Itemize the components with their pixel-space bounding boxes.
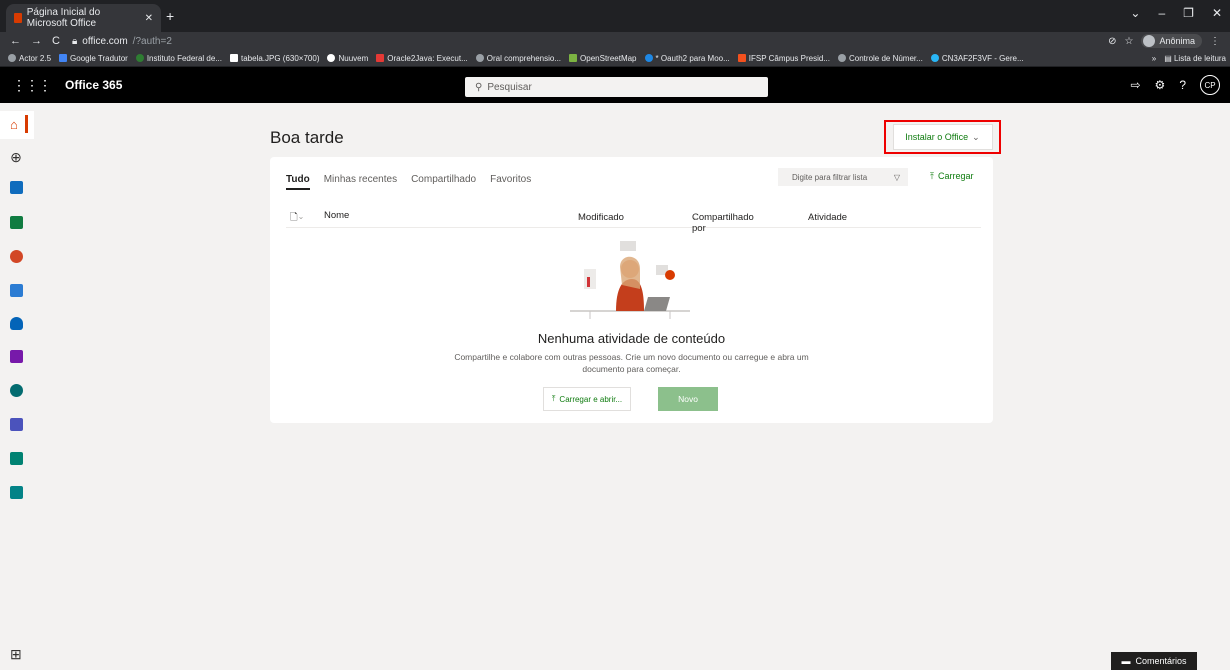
browser-tabbar: Página Inicial do Microsoft Office ✕ + ⌄… — [0, 0, 1230, 32]
forms-icon[interactable] — [8, 484, 24, 500]
bookmark-item[interactable]: CN3AF2F3VF - Gere... — [930, 54, 1024, 63]
bookmark-item[interactable]: Oracle2Java: Execut... — [376, 54, 468, 63]
bookmark-item[interactable]: * Oauth2 para Moo... — [644, 54, 730, 63]
url-path: /?auth=2 — [132, 35, 172, 47]
column-name[interactable]: Nome — [324, 210, 349, 221]
filter-input[interactable]: Digite para filtrar lista ▽ — [778, 168, 908, 186]
upload-and-open-button[interactable]: ⤒ Carregar e abrir... — [543, 387, 631, 411]
page-title: Boa tarde — [270, 128, 344, 147]
bookmark-item[interactable]: OpenStreetMap — [569, 54, 637, 63]
upload-icon: ⤒ — [930, 171, 934, 181]
install-highlight-box: Instalar o Office ⌄ — [884, 120, 1001, 154]
gear-icon[interactable]: ⚙ — [1155, 78, 1166, 92]
filter-icon[interactable]: ▽ — [894, 173, 900, 182]
all-apps-icon[interactable]: ⊞ — [10, 646, 22, 663]
file-tabs: Tudo Minhas recentes Compartilhado Favor… — [286, 174, 531, 190]
app-title[interactable]: Office 365 — [65, 78, 122, 92]
profile-label: Anônima — [1159, 36, 1195, 46]
chevron-down-icon: ⌄ — [972, 131, 980, 142]
tab-all[interactable]: Tudo — [286, 174, 310, 190]
app-rail: ⌂ ⊕ — [0, 103, 34, 670]
bookmark-item[interactable]: Google Tradutor — [59, 54, 128, 63]
minimize-icon[interactable]: – — [1158, 6, 1165, 20]
home-icon: ⌂ — [10, 117, 18, 132]
bookmark-item[interactable]: Actor 2.5 — [8, 54, 51, 63]
o365-header: ⋮⋮⋮ Office 365 ⚲ Pesquisar ⇨ ⚙ ? CP — [0, 67, 1230, 103]
close-window-icon[interactable]: ✕ — [1212, 6, 1222, 20]
empty-state-description: Compartilhe e colabore com outras pessoa… — [454, 352, 809, 374]
bookmark-item[interactable]: Nuuvem — [327, 54, 368, 63]
onenote-icon[interactable] — [8, 348, 24, 364]
search-placeholder: Pesquisar — [487, 81, 532, 93]
address-bar: ← → C 🔒︎ office.com/?auth=2 ⊘ ☆ Anônima … — [0, 32, 1230, 50]
new-tab-icon[interactable]: + — [166, 8, 174, 24]
more-bookmarks-icon[interactable]: » — [1152, 54, 1156, 63]
reload-icon[interactable]: C — [52, 35, 60, 47]
sway-icon[interactable] — [8, 450, 24, 466]
outlook-mail-icon[interactable] — [8, 282, 24, 298]
empty-state-title: Nenhuma atividade de conteúdo — [537, 331, 726, 346]
forward-icon[interactable]: → — [31, 35, 42, 47]
powerpoint-icon[interactable] — [8, 248, 24, 264]
bookmark-item[interactable]: Instituto Federal de... — [135, 54, 222, 63]
table-header: 🗋︎ ⌄ Nome Modificado ⌄ Compartilhado por… — [286, 208, 981, 234]
tracking-icon[interactable]: ⊘ — [1108, 36, 1116, 47]
back-icon[interactable]: ← — [10, 35, 21, 47]
close-tab-icon[interactable]: ✕ — [145, 13, 153, 24]
feedback-header-icon[interactable]: ⇨ — [1130, 78, 1140, 92]
tab-recent[interactable]: Minhas recentes — [324, 174, 397, 190]
rail-home[interactable]: ⌂ — [0, 111, 34, 139]
restore-icon[interactable]: ❐ — [1183, 6, 1194, 20]
bookmark-item[interactable]: Controle de Númer... — [838, 54, 923, 63]
lock-icon: 🔒︎ — [71, 35, 78, 47]
onedrive-icon[interactable] — [8, 315, 24, 331]
comment-icon: ▬ — [1121, 656, 1131, 666]
install-office-button[interactable]: Instalar o Office ⌄ — [892, 124, 993, 150]
search-icon: ⚲ — [475, 81, 483, 93]
window-controls: ⌄ – ❐ ✕ — [1130, 6, 1222, 20]
reading-list[interactable]: ▤ Lista de leitura — [1164, 54, 1226, 63]
avatar[interactable]: CP — [1200, 75, 1220, 95]
feedback-button[interactable]: ▬ Comentários — [1111, 652, 1197, 670]
menu-icon[interactable]: ⋮ — [1210, 36, 1220, 47]
upload-icon: ⤒ — [551, 394, 556, 403]
tab-favorites[interactable]: Favoritos — [490, 174, 531, 190]
bookmarks-bar: Actor 2.5 Google Tradutor Instituto Fede… — [0, 50, 1230, 67]
url-field[interactable]: 🔒︎ office.com /?auth=2 — [72, 36, 172, 47]
bookmark-item[interactable]: Oral comprehensio... — [475, 54, 561, 63]
incognito-icon — [1143, 35, 1156, 47]
create-icon[interactable]: ⊕ — [8, 149, 24, 165]
browser-tab[interactable]: Página Inicial do Microsoft Office ✕ — [6, 4, 161, 32]
empty-state-illustration — [570, 241, 690, 319]
new-button[interactable]: Novo — [658, 387, 718, 411]
star-icon[interactable]: ☆ — [1125, 36, 1134, 47]
filter-placeholder: Digite para filtrar lista — [792, 172, 868, 182]
tab-search-icon[interactable]: ⌄ — [1130, 6, 1140, 20]
office-favicon-icon — [14, 13, 22, 23]
search-input[interactable]: ⚲ Pesquisar — [465, 77, 768, 97]
sharepoint-icon[interactable] — [8, 382, 24, 398]
tab-shared[interactable]: Compartilhado — [411, 174, 476, 190]
tab-title: Página Inicial do Microsoft Office — [26, 7, 101, 29]
teams-icon[interactable] — [8, 416, 24, 432]
help-icon[interactable]: ? — [1179, 78, 1186, 92]
recent-files-card: Tudo Minhas recentes Compartilhado Favor… — [270, 157, 993, 423]
bookmark-item[interactable]: tabela.JPG (630×700) — [229, 54, 319, 63]
excel-icon[interactable] — [8, 214, 24, 230]
file-type-icon[interactable]: 🗋︎ ⌄ — [290, 210, 304, 226]
outlook-icon[interactable] — [8, 179, 24, 195]
bookmark-item[interactable]: IFSP Câmpus Presid... — [737, 54, 830, 63]
upload-button[interactable]: ⤒ Carregar — [930, 171, 974, 182]
profile-button[interactable]: Anônima — [1141, 34, 1202, 48]
app-launcher-icon[interactable]: ⋮⋮⋮ — [12, 77, 52, 94]
url-host: office.com — [82, 35, 128, 47]
